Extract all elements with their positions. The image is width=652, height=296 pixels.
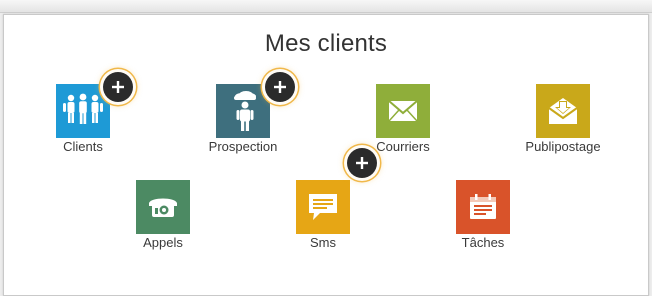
window-top-bar xyxy=(0,0,652,13)
tile-courriers[interactable] xyxy=(376,84,430,138)
calendar-task-icon xyxy=(470,194,496,219)
plus-icon xyxy=(274,81,286,93)
add-prospection-button[interactable] xyxy=(265,72,295,102)
tile-appels[interactable] xyxy=(136,180,190,234)
chat-bubble-icon xyxy=(309,194,337,220)
plus-icon xyxy=(356,157,368,169)
tile-label-sms: Sms xyxy=(310,235,336,250)
tile-label-publipostage: Publipostage xyxy=(525,139,601,154)
page-title: Mes clients xyxy=(264,30,388,57)
mail-download-icon xyxy=(548,98,578,124)
tile-prospection[interactable] xyxy=(216,84,270,138)
telephone-icon xyxy=(149,198,177,217)
users-group-icon xyxy=(63,93,103,124)
envelope-icon xyxy=(388,100,418,122)
tile-sms[interactable] xyxy=(296,180,350,234)
tile-label-appels: Appels xyxy=(143,235,183,250)
add-clients-button[interactable] xyxy=(103,72,133,102)
tile-taches[interactable] xyxy=(456,180,510,234)
tile-label-taches: Tâches xyxy=(461,235,505,250)
tile-clients[interactable] xyxy=(56,84,110,138)
add-sms-button[interactable] xyxy=(347,148,377,178)
tile-label-prospection: Prospection xyxy=(208,139,278,154)
person-cloud-icon xyxy=(234,91,256,131)
tile-publipostage[interactable] xyxy=(536,84,590,138)
tile-label-clients: Clients xyxy=(63,139,103,154)
plus-icon xyxy=(112,81,124,93)
